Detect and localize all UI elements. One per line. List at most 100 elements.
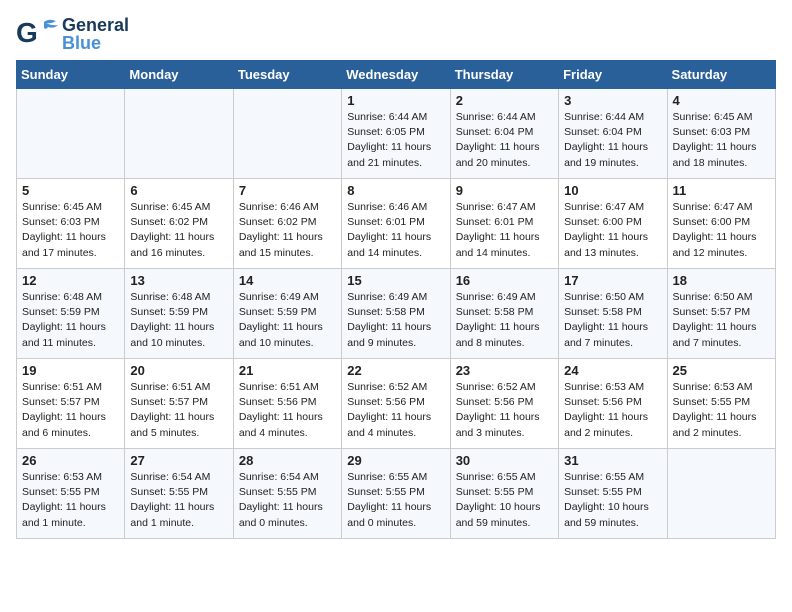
cell-line: and 16 minutes. <box>130 247 205 259</box>
cell-line: Sunrise: 6:54 AM <box>130 471 210 483</box>
cell-line: Daylight: 11 hours <box>22 411 106 423</box>
cell-line: Sunrise: 6:50 AM <box>673 291 753 303</box>
cell-line: Sunrise: 6:46 AM <box>239 201 319 213</box>
cell-line: Sunset: 6:03 PM <box>22 216 100 228</box>
cell-line: Sunset: 5:59 PM <box>239 306 317 318</box>
calendar-cell: 2 Sunrise: 6:44 AMSunset: 6:04 PMDaylight… <box>450 89 558 179</box>
cell-content: Sunrise: 6:47 AMSunset: 6:01 PMDaylight:… <box>456 200 553 261</box>
calendar-cell: 4 Sunrise: 6:45 AM Sunset: 6:03 PM Daylight… <box>667 89 775 179</box>
day-number: 13 <box>130 273 227 288</box>
cell-line: Sunrise: 6:50 AM <box>564 291 644 303</box>
cell-line: Sunset: 5:56 PM <box>564 396 642 408</box>
cell-line: and 59 minutes. <box>456 517 531 529</box>
cell-line: Sunrise: 6:47 AM <box>564 201 644 213</box>
cell-line: and 10 minutes. <box>130 337 205 349</box>
calendar-cell: 6Sunrise: 6:45 AMSunset: 6:02 PMDaylight… <box>125 179 233 269</box>
cell-content: Sunrise: 6:44 AMSunset: 6:04 PMDaylight:… <box>456 110 553 171</box>
cell-line: Sunrise: 6:45 AM <box>130 201 210 213</box>
cell-line: Sunset: 5:56 PM <box>239 396 317 408</box>
cell-content: Sunrise: 6:48 AMSunset: 5:59 PMDaylight:… <box>22 290 119 351</box>
cell-line: Sunrise: 6:48 AM <box>130 291 210 303</box>
cell-line: Sunrise: 6:53 AM <box>564 381 644 393</box>
cell-content: Sunrise: 6:52 AMSunset: 5:56 PMDaylight:… <box>347 380 444 441</box>
cell-content: Sunrise: 6:44 AMSunset: 6:05 PMDaylight:… <box>347 110 444 171</box>
cell-line: and 7 minutes. <box>564 337 633 349</box>
calendar-cell: 16Sunrise: 6:49 AMSunset: 5:58 PMDayligh… <box>450 269 558 359</box>
calendar-cell: 17Sunrise: 6:50 AMSunset: 5:58 PMDayligh… <box>559 269 667 359</box>
day-number: 15 <box>347 273 444 288</box>
cell-line: Sunset: 6:04 PM <box>564 126 642 138</box>
day-header-sunday: Sunday <box>17 61 125 89</box>
cell-line: Sunset: 6:00 PM <box>564 216 642 228</box>
cell-line: Sunrise: 6:48 AM <box>22 291 102 303</box>
cell-line: Daylight: 11 hours <box>239 321 323 333</box>
calendar-cell: 24Sunrise: 6:53 AMSunset: 5:56 PMDayligh… <box>559 359 667 449</box>
cell-line: Daylight: 11 hours <box>673 141 757 153</box>
day-number: 29 <box>347 453 444 468</box>
calendar-cell: 7Sunrise: 6:46 AMSunset: 6:02 PMDaylight… <box>233 179 341 269</box>
cell-line: Daylight: 11 hours <box>130 411 214 423</box>
cell-content: Sunrise: 6:45 AMSunset: 6:03 PMDaylight:… <box>22 200 119 261</box>
day-number: 23 <box>456 363 553 378</box>
cell-content: Sunrise: 6:51 AMSunset: 5:57 PMDaylight:… <box>22 380 119 441</box>
day-number: 30 <box>456 453 553 468</box>
cell-line: Sunrise: 6:55 AM <box>564 471 644 483</box>
cell-line: Sunset: 5:55 PM <box>456 486 534 498</box>
cell-content: Sunrise: 6:51 AMSunset: 5:57 PMDaylight:… <box>130 380 227 441</box>
day-number: 9 <box>456 183 553 198</box>
day-number: 11 <box>673 183 770 198</box>
calendar-table: SundayMondayTuesdayWednesdayThursdayFrid… <box>16 60 776 539</box>
cell-line: and 19 minutes. <box>564 157 639 169</box>
cell-line: Daylight: 11 hours <box>564 231 648 243</box>
cell-line: and 5 minutes. <box>130 427 199 439</box>
cell-line: Daylight: 10 hours <box>564 501 649 513</box>
cell-content: Sunrise: 6:53 AMSunset: 5:56 PMDaylight:… <box>564 380 661 441</box>
cell-line: and 10 minutes. <box>239 337 314 349</box>
cell-line: and 1 minute. <box>130 517 194 529</box>
cell-content: Sunrise: 6:53 AMSunset: 5:55 PMDaylight:… <box>673 380 770 441</box>
day-header-friday: Friday <box>559 61 667 89</box>
cell-line: Daylight: 11 hours <box>456 231 540 243</box>
day-number: 26 <box>22 453 119 468</box>
day-header-tuesday: Tuesday <box>233 61 341 89</box>
calendar-cell: 1Sunrise: 6:44 AMSunset: 6:05 PMDaylight… <box>342 89 450 179</box>
cell-line: Daylight: 11 hours <box>564 141 648 153</box>
cell-line: Daylight: 11 hours <box>456 411 540 423</box>
day-number: 20 <box>130 363 227 378</box>
calendar-week-row: 19Sunrise: 6:51 AMSunset: 5:57 PMDayligh… <box>17 359 776 449</box>
page-header: G General Blue <box>16 16 776 52</box>
calendar-cell <box>17 89 125 179</box>
day-header-wednesday: Wednesday <box>342 61 450 89</box>
calendar-cell: 15Sunrise: 6:49 AMSunset: 5:58 PMDayligh… <box>342 269 450 359</box>
day-number: 7 <box>239 183 336 198</box>
cell-content: Sunrise: 6:55 AMSunset: 5:55 PMDaylight:… <box>564 470 661 531</box>
cell-line: Sunset: 6:03 PM <box>673 126 751 138</box>
cell-line: Daylight: 11 hours <box>456 321 540 333</box>
cell-content: Sunrise: 6:53 AMSunset: 5:55 PMDaylight:… <box>22 470 119 531</box>
cell-line: Daylight: 10 hours <box>456 501 541 513</box>
cell-line: Daylight: 11 hours <box>239 231 323 243</box>
day-number: 25 <box>673 363 770 378</box>
cell-line: and 15 minutes. <box>239 247 314 259</box>
calendar-week-row: 1Sunrise: 6:44 AMSunset: 6:05 PMDaylight… <box>17 89 776 179</box>
cell-line: Sunset: 5:58 PM <box>456 306 534 318</box>
cell-line: Sunset: 6:04 PM <box>456 126 534 138</box>
day-number: 4 <box>673 93 770 108</box>
calendar-header-row: SundayMondayTuesdayWednesdayThursdayFrid… <box>17 61 776 89</box>
cell-line: and 12 minutes. <box>673 247 748 259</box>
day-number: 14 <box>239 273 336 288</box>
calendar-cell: 19Sunrise: 6:51 AMSunset: 5:57 PMDayligh… <box>17 359 125 449</box>
cell-line: Sunrise: 6:45 AM <box>673 111 753 123</box>
cell-line: and 4 minutes. <box>347 427 416 439</box>
day-header-monday: Monday <box>125 61 233 89</box>
day-number: 18 <box>673 273 770 288</box>
cell-line: Sunset: 5:58 PM <box>564 306 642 318</box>
day-number: 28 <box>239 453 336 468</box>
cell-content: Sunrise: 6:50 AMSunset: 5:57 PMDaylight:… <box>673 290 770 351</box>
cell-content: Sunrise: 6:48 AMSunset: 5:59 PMDaylight:… <box>130 290 227 351</box>
calendar-cell <box>667 449 775 539</box>
cell-line: Sunset: 6:02 PM <box>130 216 208 228</box>
cell-content: Sunrise: 6:54 AMSunset: 5:55 PMDaylight:… <box>130 470 227 531</box>
cell-line: and 21 minutes. <box>347 157 422 169</box>
day-number: 2 <box>456 93 553 108</box>
